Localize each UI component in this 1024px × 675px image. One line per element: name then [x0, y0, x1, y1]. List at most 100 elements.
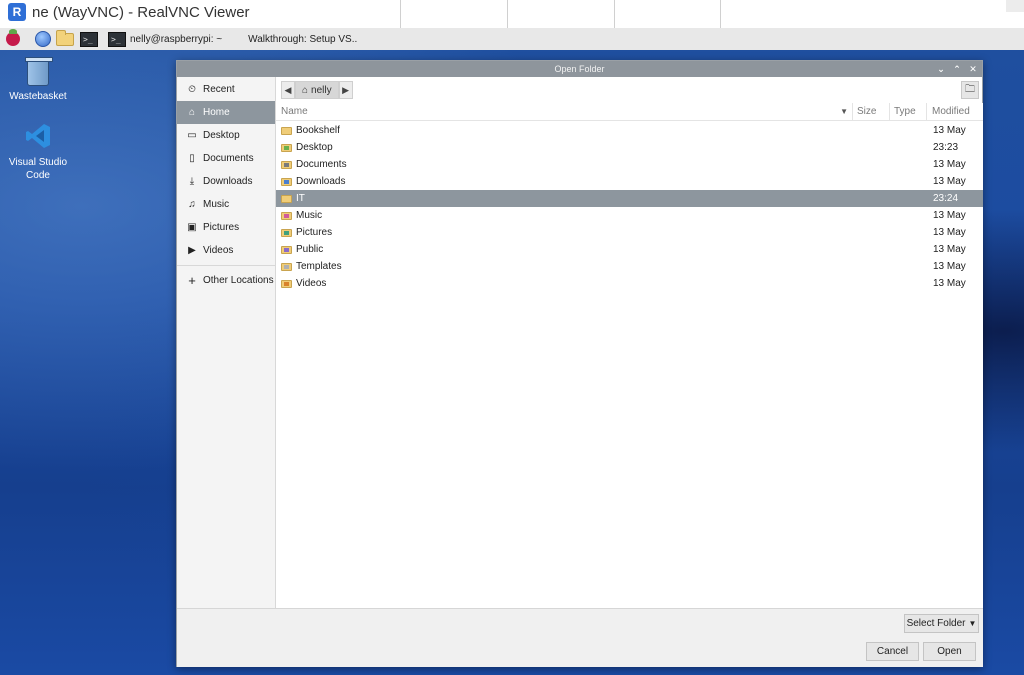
path-bar: ◀ ⌂ nelly ▶ 🗀 [276, 77, 983, 103]
taskbar-item-vscode[interactable]: Walkthrough: Setup VS.. [248, 34, 357, 45]
file-name-cell: Downloads [276, 176, 926, 187]
chevron-left-icon: ◀ [284, 84, 292, 95]
file-name: Documents [296, 159, 347, 170]
folder-icon [281, 279, 292, 288]
file-name: Desktop [296, 142, 333, 153]
maximize-icon[interactable]: ⌃ [952, 61, 962, 77]
new-folder-icon: 🗀 [965, 83, 975, 95]
desktop-icon: ▭ [187, 130, 197, 141]
file-list: Name ▼ Size Type Modified Bookshelf 13 Ma… [276, 102, 983, 608]
sidebar-item-documents[interactable]: ▯ Documents [177, 147, 275, 170]
vnc-toolbar-tab[interactable] [507, 0, 614, 30]
folder-icon [281, 143, 292, 152]
taskbar-item-terminal[interactable]: >_ nelly@raspberrypi: ~ [108, 31, 223, 47]
open-button[interactable]: Open [923, 642, 976, 661]
desktop-item-vscode[interactable]: Visual Studio Code [0, 122, 76, 182]
dialog-title-bar[interactable]: Open Folder ⌄ ⌃ ✕ [177, 61, 982, 77]
sort-descending-icon: ▼ [840, 106, 848, 116]
file-filter-dropdown[interactable]: Select Folder ▼ [904, 614, 979, 633]
plus-icon: + [188, 273, 196, 288]
places-sidebar: ⏲ Recent ⌂ Home ▭ Desktop ▯ Documents ⤓ … [177, 77, 276, 608]
desktop-item-label: Visual Studio Code [8, 157, 68, 181]
sidebar-item-home[interactable]: ⌂ Home [177, 101, 275, 124]
sidebar-item-recent[interactable]: ⏲ Recent [177, 78, 275, 101]
file-name: Bookshelf [296, 125, 340, 136]
sidebar-item-pictures[interactable]: ▣ Pictures [177, 216, 275, 239]
sidebar-item-desktop[interactable]: ▭ Desktop [177, 124, 275, 147]
download-icon: ⤓ [189, 176, 195, 187]
file-name: Templates [296, 261, 342, 272]
close-icon[interactable]: ✕ [968, 61, 978, 77]
file-manager-icon[interactable] [56, 29, 74, 48]
file-name-cell: Music [276, 210, 926, 221]
folder-icon [281, 126, 292, 135]
vnc-toolbar-tab[interactable] [614, 0, 721, 30]
sidebar-item-music[interactable]: ♫ Music [177, 193, 275, 216]
file-list-header: Name ▼ Size Type Modified [276, 102, 983, 121]
folder-icon [281, 262, 292, 271]
column-header-size[interactable]: Size [852, 102, 889, 121]
folder-icon [281, 160, 292, 169]
clock-icon: ⏲ [188, 84, 196, 95]
file-modified: 13 May [933, 176, 966, 187]
music-icon: ♫ [188, 199, 196, 210]
file-row[interactable]: Public 13 May [276, 241, 983, 258]
breadcrumb-home[interactable]: ⌂ nelly [295, 81, 339, 99]
path-back-button[interactable]: ◀ [281, 81, 295, 99]
open-folder-dialog: Open Folder ⌄ ⌃ ✕ ⏲ Recent ⌂ Home ▭ Desk… [176, 60, 983, 667]
file-row[interactable]: Music 13 May [276, 207, 983, 224]
sidebar-item-videos[interactable]: ▶ Videos [177, 239, 275, 262]
column-header-name[interactable]: Name ▼ [276, 103, 852, 121]
file-row[interactable]: Bookshelf 13 May [276, 122, 983, 139]
web-browser-icon[interactable] [34, 30, 52, 48]
sidebar-item-label: Videos [203, 245, 234, 256]
column-header-type[interactable]: Type [889, 102, 926, 121]
sidebar-item-other-locations[interactable]: + Other Locations [177, 269, 275, 292]
file-row[interactable]: Pictures 13 May [276, 224, 983, 241]
folder-icon [281, 177, 292, 186]
file-name: Music [296, 210, 323, 221]
cancel-button[interactable]: Cancel [866, 642, 919, 661]
file-row[interactable]: Documents 13 May [276, 156, 983, 173]
wastebasket-icon [25, 57, 53, 86]
taskbar-item-label: nelly@raspberrypi: ~ [130, 33, 223, 45]
folder-icon [281, 211, 292, 220]
chevron-down-icon: ▼ [968, 619, 977, 628]
dropdown-label: Select Folder [906, 618, 966, 629]
file-row[interactable]: Desktop 23:23 [276, 139, 983, 156]
file-row[interactable]: IT 23:24 [276, 190, 983, 207]
path-forward-button[interactable]: ▶ [338, 81, 353, 99]
sidebar-item-label: Music [203, 199, 230, 210]
file-name-cell: IT [276, 193, 926, 204]
realvnc-logo-icon: R [8, 3, 26, 21]
file-row[interactable]: Videos 13 May [276, 275, 983, 292]
desktop-item-label: Wastebasket [9, 91, 67, 102]
dialog-footer: Select Folder ▼ Cancel Open [177, 608, 983, 667]
desktop-item-wastebasket[interactable]: Wastebasket [0, 57, 76, 103]
file-modified: 13 May [933, 227, 966, 238]
file-modified: 13 May [933, 244, 966, 255]
file-row[interactable]: Downloads 13 May [276, 173, 983, 190]
folder-icon [281, 194, 292, 203]
sidebar-item-label: Desktop [203, 130, 240, 141]
breadcrumb-label: nelly [311, 84, 332, 96]
vscode-icon [24, 122, 52, 150]
file-modified: 23:24 [933, 193, 959, 204]
sidebar-item-label: Pictures [203, 222, 240, 233]
file-row[interactable]: Templates 13 May [276, 258, 983, 275]
terminal-icon[interactable]: >_ [80, 30, 98, 48]
column-header-modified[interactable]: Modified [926, 102, 983, 121]
minimize-icon[interactable]: ⌄ [936, 61, 946, 77]
vnc-window-control[interactable] [1006, 0, 1024, 12]
file-modified: 13 May [933, 278, 966, 289]
sidebar-item-label: Other Locations [203, 275, 274, 286]
new-folder-button[interactable]: 🗀 [961, 81, 979, 99]
raspberry-pi-menu-icon[interactable] [4, 29, 22, 48]
file-name-cell: Public [276, 244, 926, 255]
vnc-toolbar-tab[interactable] [400, 0, 507, 30]
dialog-title: Open Folder [554, 64, 605, 74]
video-icon: ▶ [188, 245, 196, 256]
document-icon: ▯ [189, 153, 195, 164]
file-name: Public [296, 244, 324, 255]
sidebar-item-downloads[interactable]: ⤓ Downloads [177, 170, 275, 193]
